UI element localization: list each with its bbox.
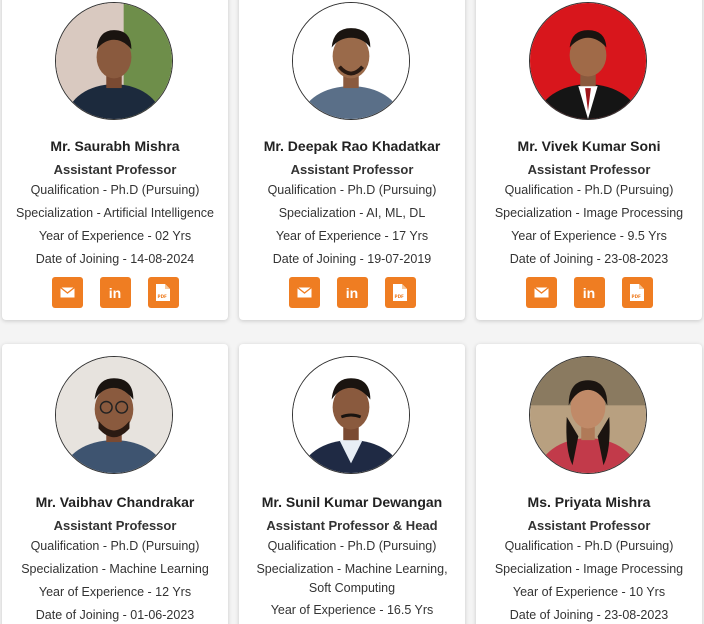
linkedin-icon: in [345, 284, 359, 301]
faculty-photo [529, 2, 647, 120]
linkedin-button[interactable]: in [336, 277, 368, 308]
faculty-designation: Assistant Professor [53, 162, 177, 177]
faculty-name: Mr. Deepak Rao Khadatkar [263, 138, 441, 154]
faculty-designation: Assistant Professor [290, 162, 414, 177]
envelope-icon [296, 287, 312, 298]
faculty-qualification: Qualification - Ph.D (Pursuing) [504, 539, 674, 553]
faculty-specialization: Specialization - AI, ML, DL [278, 206, 426, 220]
faculty-joining-date: Date of Joining - 23-08-2023 [509, 252, 669, 266]
portrait-image [56, 3, 172, 119]
svg-text:PDF: PDF [158, 294, 168, 299]
faculty-specialization: Specialization - Image Processing [494, 562, 684, 576]
faculty-qualification: Qualification - Ph.D (Pursuing) [267, 183, 437, 197]
pdf-button[interactable]: PDF [147, 277, 179, 308]
linkedin-button[interactable]: in [99, 277, 131, 308]
faculty-card: Mr. Saurabh Mishra Assistant Professor Q… [2, 0, 228, 320]
faculty-experience: Year of Experience - 9.5 Yrs [511, 229, 667, 243]
faculty-name: Mr. Vivek Kumar Soni [517, 138, 661, 154]
faculty-joining-date: Date of Joining - 19-07-2019 [272, 252, 432, 266]
faculty-designation: Assistant Professor [527, 518, 651, 533]
faculty-experience: Year of Experience - 16.5 Yrs [270, 603, 434, 617]
faculty-name: Ms. Priyata Mishra [527, 494, 651, 510]
faculty-experience: Year of Experience - 10 Yrs [512, 585, 666, 599]
svg-text:PDF: PDF [632, 294, 642, 299]
faculty-specialization: Specialization - Machine Learning, [256, 562, 448, 576]
pdf-icon: PDF [393, 284, 407, 301]
faculty-joining-date: Date of Joining - 01-06-2023 [35, 608, 195, 622]
faculty-specialization: Specialization - Machine Learning [21, 562, 209, 576]
pdf-icon: PDF [630, 284, 644, 301]
faculty-designation: Assistant Professor [527, 162, 651, 177]
faculty-joining-date: Date of Joining - 23-08-2023 [509, 608, 669, 622]
portrait-image [530, 357, 646, 473]
envelope-icon [59, 287, 75, 298]
faculty-qualification: Qualification - Ph.D (Pursuing) [504, 183, 674, 197]
faculty-photo [292, 2, 410, 120]
faculty-grid: Mr. Saurabh Mishra Assistant Professor Q… [0, 0, 704, 624]
linkedin-icon: in [108, 284, 122, 301]
faculty-qualification: Qualification - Ph.D (Pursuing) [30, 539, 200, 553]
faculty-photo [529, 356, 647, 474]
faculty-experience: Year of Experience - 02 Yrs [38, 229, 192, 243]
faculty-designation: Assistant Professor & Head [266, 518, 438, 533]
faculty-photo [55, 2, 173, 120]
envelope-icon [533, 287, 549, 298]
contact-icons: in PDF [2, 277, 228, 308]
faculty-card: Mr. Vivek Kumar Soni Assistant Professor… [476, 0, 702, 320]
pdf-button[interactable]: PDF [621, 277, 653, 308]
email-button[interactable] [288, 277, 320, 308]
portrait-image [530, 3, 646, 119]
faculty-qualification: Qualification - Ph.D (Pursuing) [267, 539, 437, 553]
faculty-card: Mr. Deepak Rao Khadatkar Assistant Profe… [239, 0, 465, 320]
faculty-experience: Year of Experience - 12 Yrs [38, 585, 192, 599]
faculty-name: Mr. Sunil Kumar Dewangan [261, 494, 443, 510]
contact-icons: in PDF [476, 277, 702, 308]
email-button[interactable] [525, 277, 557, 308]
faculty-designation: Assistant Professor [53, 518, 177, 533]
contact-icons: in PDF [239, 277, 465, 308]
pdf-button[interactable]: PDF [384, 277, 416, 308]
faculty-joining-date: Date of Joining - 14-08-2024 [35, 252, 195, 266]
faculty-photo [55, 356, 173, 474]
faculty-specialization: Specialization - Image Processing [494, 206, 684, 220]
linkedin-icon: in [582, 284, 596, 301]
faculty-specialization: Specialization - Artificial Intelligence [15, 206, 215, 220]
email-button[interactable] [51, 277, 83, 308]
faculty-card: Mr. Vaibhav Chandrakar Assistant Profess… [2, 344, 228, 624]
faculty-qualification: Qualification - Ph.D (Pursuing) [30, 183, 200, 197]
portrait-image [293, 3, 409, 119]
portrait-image [56, 357, 172, 473]
faculty-specialization-continued: Soft Computing [308, 581, 396, 595]
svg-text:PDF: PDF [395, 294, 405, 299]
portrait-image [293, 357, 409, 473]
faculty-name: Mr. Saurabh Mishra [50, 138, 180, 154]
linkedin-button[interactable]: in [573, 277, 605, 308]
faculty-experience: Year of Experience - 17 Yrs [275, 229, 429, 243]
faculty-card: Mr. Sunil Kumar Dewangan Assistant Profe… [239, 344, 465, 624]
pdf-icon: PDF [156, 284, 170, 301]
faculty-name: Mr. Vaibhav Chandrakar [35, 494, 195, 510]
faculty-card: Ms. Priyata Mishra Assistant Professor Q… [476, 344, 702, 624]
faculty-photo [292, 356, 410, 474]
